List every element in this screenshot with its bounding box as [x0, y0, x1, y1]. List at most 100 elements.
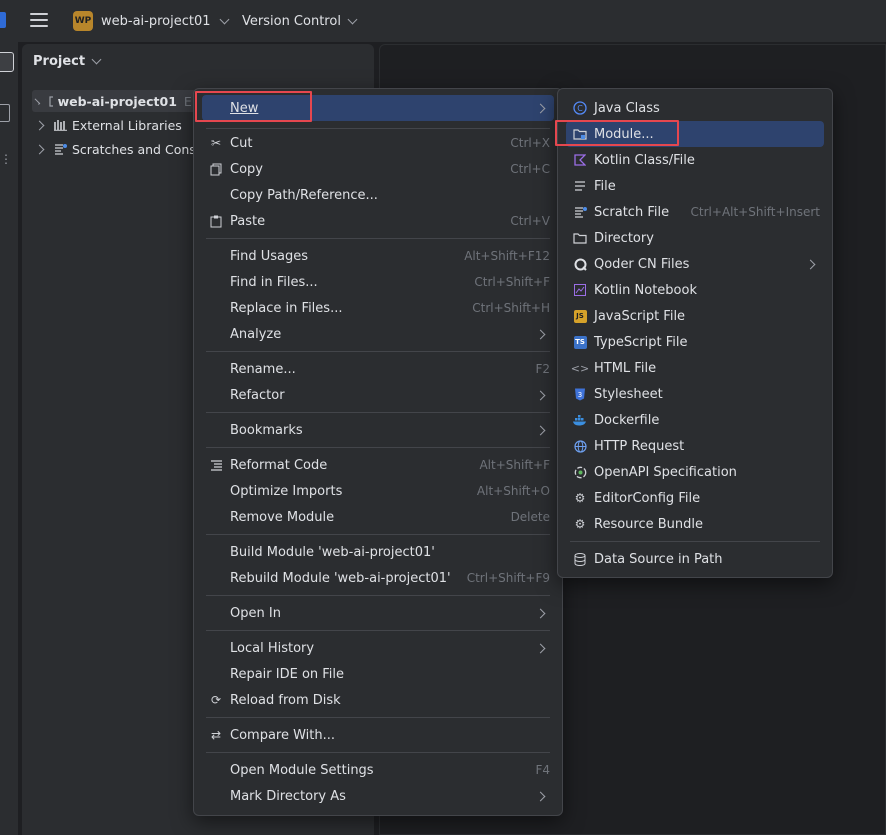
menu-item-label: Copy — [230, 161, 263, 177]
javascript-icon: JS — [572, 308, 588, 324]
menu-item-analyze[interactable]: Analyze — [202, 321, 554, 347]
new-submenu: C Java Class Module... Kotlin Class/File… — [557, 88, 833, 578]
menu-item-label: Replace in Files... — [230, 300, 343, 316]
menu-item-paste[interactable]: Paste Ctrl+V — [202, 208, 554, 234]
submenu-item-openapi[interactable]: OpenAPI Specification — [566, 459, 824, 485]
menu-item-bookmarks[interactable]: Bookmarks — [202, 417, 554, 443]
tree-item-label: Scratches and Consc — [72, 141, 203, 157]
menu-separator — [206, 351, 550, 352]
tree-item-external-libraries[interactable]: External Libraries — [34, 114, 182, 136]
chevron-down-icon — [347, 14, 358, 24]
typescript-icon: TS — [572, 334, 588, 350]
menu-item-label: File — [594, 178, 616, 194]
menu-item-build-module[interactable]: Build Module 'web-ai-project01' — [202, 539, 554, 565]
menu-item-shortcut: Alt+Shift+F12 — [464, 249, 550, 263]
menu-item-shortcut: Ctrl+X — [510, 136, 550, 150]
menu-item-find-usages[interactable]: Find Usages Alt+Shift+F12 — [202, 243, 554, 269]
version-control-label: Version Control — [242, 13, 341, 29]
submenu-item-kotlin[interactable]: Kotlin Class/File — [566, 147, 824, 173]
submenu-item-qoder[interactable]: Qoder CN Files — [566, 251, 824, 277]
submenu-arrow-icon — [535, 608, 546, 618]
ts-badge: TS — [573, 335, 587, 349]
submenu-item-file[interactable]: File — [566, 173, 824, 199]
menu-item-remove-module[interactable]: Remove Module Delete — [202, 504, 554, 530]
menu-separator — [206, 717, 550, 718]
menu-item-label: Rebuild Module 'web-ai-project01' — [230, 570, 451, 586]
menu-item-refactor[interactable]: Refactor — [202, 382, 554, 408]
submenu-item-html[interactable]: <> HTML File — [566, 355, 824, 381]
menu-item-replace-in-files[interactable]: Replace in Files... Ctrl+Shift+H — [202, 295, 554, 321]
menu-item-open-in[interactable]: Open In — [202, 600, 554, 626]
gear-icon: ⚙ — [574, 491, 586, 505]
menu-item-label: Open Module Settings — [230, 762, 374, 778]
menu-item-open-module-settings[interactable]: Open Module Settings F4 — [202, 757, 554, 783]
submenu-item-typescript[interactable]: TS TypeScript File — [566, 329, 824, 355]
submenu-item-kotlin-notebook[interactable]: Kotlin Notebook — [566, 277, 824, 303]
menu-item-label: Data Source in Path — [594, 551, 723, 567]
menu-item-label: HTML File — [594, 360, 657, 376]
menu-item-label: Directory — [594, 230, 654, 246]
tree-item-scratches[interactable]: Scratches and Consc — [34, 138, 203, 160]
menu-item-copy-path[interactable]: Copy Path/Reference... — [202, 182, 554, 208]
app-logo-icon — [0, 12, 6, 28]
menu-separator — [206, 534, 550, 535]
menu-item-label: Qoder CN Files — [594, 256, 690, 272]
version-control-menu[interactable]: Version Control — [242, 10, 358, 32]
menu-separator — [570, 541, 820, 542]
tree-item-label: External Libraries — [72, 117, 182, 133]
menu-item-label: Dockerfile — [594, 412, 660, 428]
openapi-icon — [572, 464, 588, 480]
tool-window-stripe: ⋮ — [0, 42, 18, 835]
more-tools-icon[interactable]: ⋮ — [0, 152, 12, 166]
submenu-item-stylesheet[interactable]: 3 Stylesheet — [566, 381, 824, 407]
expand-arrow-icon[interactable] — [33, 97, 41, 105]
menu-item-find-in-files[interactable]: Find in Files... Ctrl+Shift+F — [202, 269, 554, 295]
menu-item-shortcut: Ctrl+V — [510, 214, 550, 228]
expand-arrow-icon[interactable] — [34, 120, 45, 130]
menu-item-copy[interactable]: Copy Ctrl+C — [202, 156, 554, 182]
reformat-icon — [208, 457, 224, 473]
menu-item-label: JavaScript File — [594, 308, 686, 324]
highlight-box-module — [555, 120, 679, 146]
menu-item-cut[interactable]: ✂ Cut Ctrl+X — [202, 130, 554, 156]
expand-arrow-icon[interactable] — [34, 144, 45, 154]
submenu-item-http-request[interactable]: HTTP Request — [566, 433, 824, 459]
submenu-item-javascript[interactable]: JS JavaScript File — [566, 303, 824, 329]
submenu-item-directory[interactable]: Directory — [566, 225, 824, 251]
menu-item-mark-directory-as[interactable]: Mark Directory As — [202, 783, 554, 809]
submenu-arrow-icon — [535, 329, 546, 339]
submenu-arrow-icon — [535, 791, 546, 801]
menu-item-label: Repair IDE on File — [230, 666, 345, 682]
submenu-item-java-class[interactable]: C Java Class — [566, 95, 824, 121]
menu-item-label: Copy Path/Reference... — [230, 187, 378, 203]
main-menu-icon[interactable] — [30, 11, 48, 29]
panel-title-label: Project — [33, 54, 86, 69]
submenu-item-editorconfig[interactable]: ⚙ EditorConfig File — [566, 485, 824, 511]
project-panel-title[interactable]: Project — [33, 54, 102, 69]
menu-item-label: OpenAPI Specification — [594, 464, 737, 480]
menu-item-repair-ide[interactable]: Repair IDE on File — [202, 661, 554, 687]
submenu-item-data-source[interactable]: Data Source in Path — [566, 546, 824, 572]
menu-item-compare-with[interactable]: ⇄ Compare With... — [202, 722, 554, 748]
folder-icon — [572, 230, 588, 246]
js-badge: JS — [573, 309, 587, 323]
menu-item-label: Rename... — [230, 361, 296, 377]
reload-icon: ⟳ — [210, 693, 222, 707]
menu-item-optimize-imports[interactable]: Optimize Imports Alt+Shift+O — [202, 478, 554, 504]
menu-item-rename[interactable]: Rename... F2 — [202, 356, 554, 382]
structure-tool-icon[interactable] — [0, 104, 10, 122]
menu-item-local-history[interactable]: Local History — [202, 635, 554, 661]
tree-item-project-root[interactable]: web-ai-project01 E: — [32, 90, 196, 112]
menu-item-reload-from-disk[interactable]: ⟳ Reload from Disk — [202, 687, 554, 713]
project-switcher[interactable]: WP web-ai-project01 — [73, 10, 229, 32]
submenu-item-resource-bundle[interactable]: ⚙ Resource Bundle — [566, 511, 824, 537]
menu-item-reformat-code[interactable]: Reformat Code Alt+Shift+F — [202, 452, 554, 478]
submenu-item-dockerfile[interactable]: Dockerfile — [566, 407, 824, 433]
submenu-item-scratch-file[interactable]: Scratch File Ctrl+Alt+Shift+Insert — [566, 199, 824, 225]
menu-item-shortcut: Delete — [510, 510, 550, 524]
menu-item-label: Optimize Imports — [230, 483, 343, 499]
project-tool-icon[interactable] — [0, 52, 14, 72]
menu-item-shortcut: Ctrl+Shift+F9 — [466, 571, 550, 585]
menu-item-label: Refactor — [230, 387, 285, 403]
menu-item-rebuild-module[interactable]: Rebuild Module 'web-ai-project01' Ctrl+S… — [202, 565, 554, 591]
